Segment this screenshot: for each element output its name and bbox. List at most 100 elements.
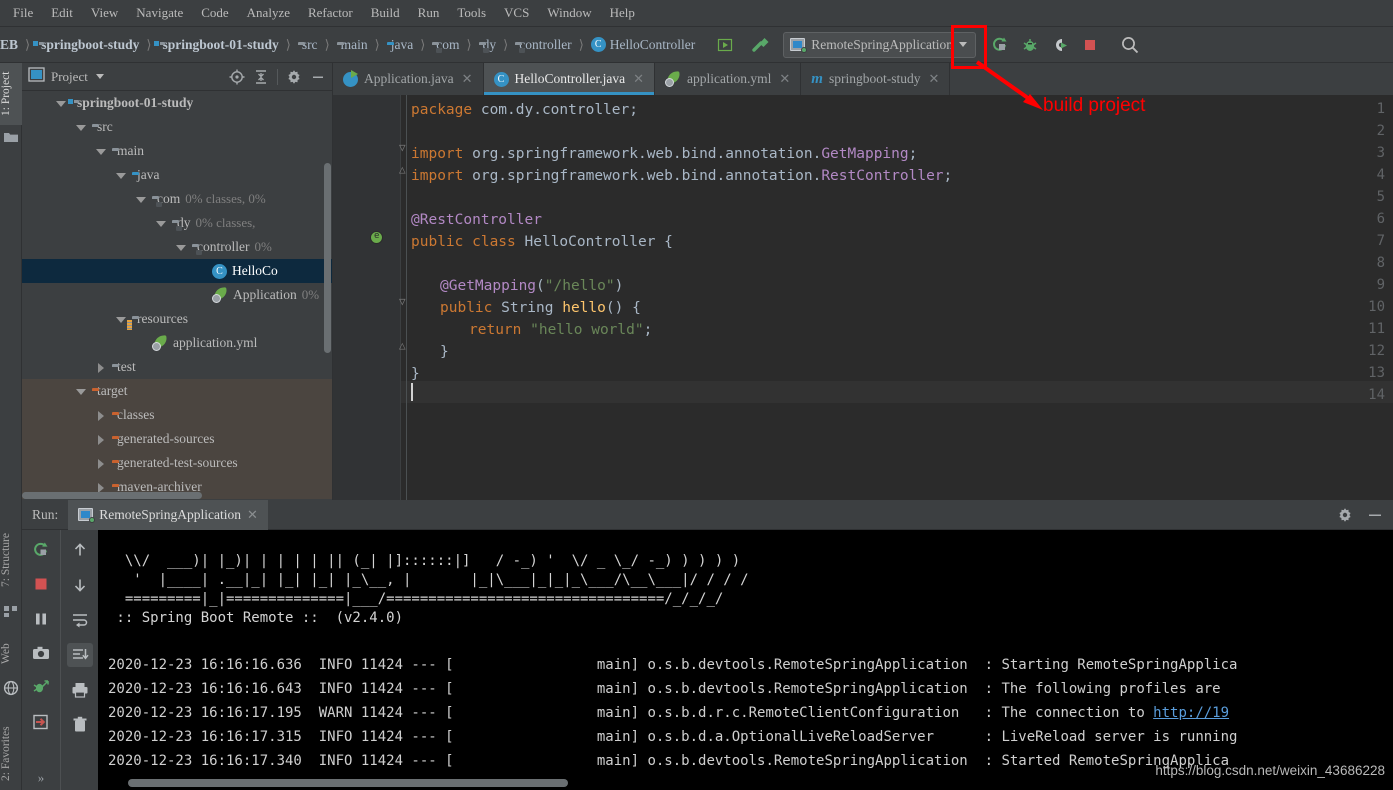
tree-node-classes[interactable]: classes (22, 403, 332, 427)
minimize-icon[interactable] (310, 69, 326, 85)
close-icon[interactable]: ✕ (928, 71, 939, 87)
stop-icon[interactable] (28, 572, 54, 595)
expand-console-toolbar-button[interactable]: » (28, 767, 54, 790)
menu-item-refactor[interactable]: Refactor (299, 2, 362, 24)
menu-item-vcs[interactable]: VCS (495, 2, 538, 24)
menu-item-window[interactable]: Window (538, 2, 600, 24)
scroll-down-icon[interactable] (67, 573, 93, 597)
tree-expand-arrow[interactable] (174, 241, 187, 254)
fold-method-end-icon[interactable]: △ (399, 339, 406, 352)
trash-icon[interactable] (67, 713, 93, 737)
search-icon[interactable] (1116, 31, 1144, 59)
menu-item-run[interactable]: Run (409, 2, 449, 24)
build-hammer-icon[interactable] (747, 31, 775, 59)
menu-item-code[interactable]: Code (192, 2, 237, 24)
import-icon[interactable] (28, 710, 54, 733)
run-tab-remotespringapplication[interactable]: RemoteSpringApplication ✕ (68, 499, 268, 530)
pause-icon[interactable] (28, 607, 54, 630)
close-icon[interactable]: ✕ (633, 71, 644, 87)
tree-node-resources[interactable]: resources (22, 307, 332, 331)
tree-node-main[interactable]: main (22, 139, 332, 163)
breadcrumb-item-main[interactable]: main (337, 37, 368, 53)
breadcrumb-item-hellocontroller[interactable]: C HelloController (590, 37, 695, 53)
menu-item-file[interactable]: File (4, 2, 42, 24)
chevron-down-icon[interactable] (95, 74, 104, 79)
stop-icon[interactable] (1076, 31, 1104, 59)
scroll-to-end-icon[interactable] (66, 643, 93, 667)
sidebar-item-web[interactable]: Web (0, 631, 22, 676)
console-output[interactable]: \\/ ___)| |_)| | | | | || (_| |]::::::|]… (98, 530, 1393, 790)
menu-item-tools[interactable]: Tools (448, 2, 495, 24)
scroll-up-icon[interactable] (67, 538, 93, 562)
export-thread-dump-icon[interactable] (28, 676, 54, 699)
close-icon[interactable]: ✕ (779, 71, 790, 87)
print-icon[interactable] (67, 678, 93, 702)
tab-springboot-study[interactable]: m springboot-study ✕ (801, 63, 951, 95)
tree-expand-arrow[interactable] (114, 169, 127, 182)
tree-expand-arrow[interactable] (94, 145, 107, 158)
tree-node-controller[interactable]: controller 0% (22, 235, 332, 259)
code-editor[interactable]: 1 2 3 4 5 6 7 8 9 10 11 12 13 14 package com.dy.contr… (333, 95, 1393, 500)
rerun-icon[interactable] (986, 31, 1014, 59)
close-icon[interactable]: ✕ (462, 71, 473, 87)
menu-item-analyze[interactable]: Analyze (238, 2, 299, 24)
tree-collapse-arrow[interactable] (94, 433, 107, 446)
tree-node-generated-test-sources[interactable]: generated-test-sources (22, 451, 332, 475)
fold-import-icon[interactable]: ▽ (399, 141, 406, 154)
menu-item-edit[interactable]: Edit (42, 2, 82, 24)
breadcrumb-item-springboot-study[interactable]: springboot-study (32, 37, 139, 53)
breadcrumb-item-eb[interactable]: EB (0, 37, 18, 53)
soft-wrap-icon[interactable] (67, 608, 93, 632)
minimize-icon[interactable] (1367, 507, 1383, 523)
menu-item-build[interactable]: Build (362, 2, 409, 24)
tree-collapse-arrow[interactable] (94, 457, 107, 470)
tree-expand-arrow[interactable] (74, 385, 87, 398)
camera-icon[interactable] (28, 641, 54, 664)
tree-node-test[interactable]: test (22, 355, 332, 379)
breadcrumb-item-springboot-01-study[interactable]: springboot-01-study (153, 37, 279, 53)
breadcrumb-item-com[interactable]: com (432, 37, 460, 53)
tree-node-com[interactable]: com 0% classes, 0% (22, 187, 332, 211)
tree-collapse-arrow[interactable] (94, 361, 107, 374)
breadcrumb-item-controller[interactable]: controller (515, 37, 572, 53)
tree-expand-arrow[interactable] (54, 97, 67, 110)
fold-method-icon[interactable]: ▽ (399, 295, 406, 308)
tree-node-application[interactable]: Application 0% (22, 283, 332, 307)
console-hscrollbar[interactable] (128, 779, 568, 787)
project-tree-vscrollbar[interactable] (324, 163, 331, 353)
sidebar-item-structure[interactable]: 7: Structure (0, 521, 22, 599)
project-tree-hscrollbar[interactable] (22, 492, 202, 499)
tree-node-src[interactable]: src (22, 115, 332, 139)
tree-collapse-arrow[interactable] (94, 409, 107, 422)
collapse-all-icon[interactable] (253, 69, 269, 85)
close-icon[interactable]: ✕ (247, 507, 258, 523)
tree-node-target[interactable]: target (22, 379, 332, 403)
tree-node-dy[interactable]: dy 0% classes, (22, 211, 332, 235)
tree-expand-arrow[interactable] (134, 193, 147, 206)
locate-icon[interactable] (229, 69, 245, 85)
debug-icon[interactable] (1016, 31, 1044, 59)
sidebar-item-project[interactable]: 1: Project (0, 63, 22, 125)
breadcrumb-item-java[interactable]: java (387, 37, 414, 53)
tab-application-java[interactable]: Application.java ✕ (333, 63, 484, 95)
spring-bean-gutter-icon[interactable] (370, 231, 383, 244)
tree-expand-arrow[interactable] (74, 121, 87, 134)
tab-hellocontroller-java[interactable]: C HelloController.java ✕ (483, 63, 656, 95)
menu-item-view[interactable]: View (82, 2, 127, 24)
breadcrumb-item-dy[interactable]: dy (479, 37, 496, 53)
run-icon[interactable] (711, 31, 739, 59)
settings-gear-icon[interactable] (1337, 507, 1353, 523)
tree-expand-arrow[interactable] (154, 217, 167, 230)
coverage-icon[interactable] (1046, 31, 1074, 59)
menu-item-help[interactable]: Help (601, 2, 644, 24)
menu-item-navigate[interactable]: Navigate (127, 2, 192, 24)
tab-application-yml[interactable]: application.yml ✕ (655, 63, 802, 95)
tree-node-application-yml[interactable]: application.yml (22, 331, 332, 355)
sidebar-item-favorites[interactable]: 2: Favorites (0, 713, 22, 790)
tree-node-springboot-01-study[interactable]: springboot-01-study (22, 91, 332, 115)
rerun-icon[interactable] (28, 538, 54, 561)
tree-node-generated-sources[interactable]: generated-sources (22, 427, 332, 451)
tree-node-java[interactable]: java (22, 163, 332, 187)
tree-node-helloco[interactable]: C HelloCo (22, 259, 332, 283)
project-tree[interactable]: springboot-01-study src main java com 0% clas… (22, 91, 332, 500)
